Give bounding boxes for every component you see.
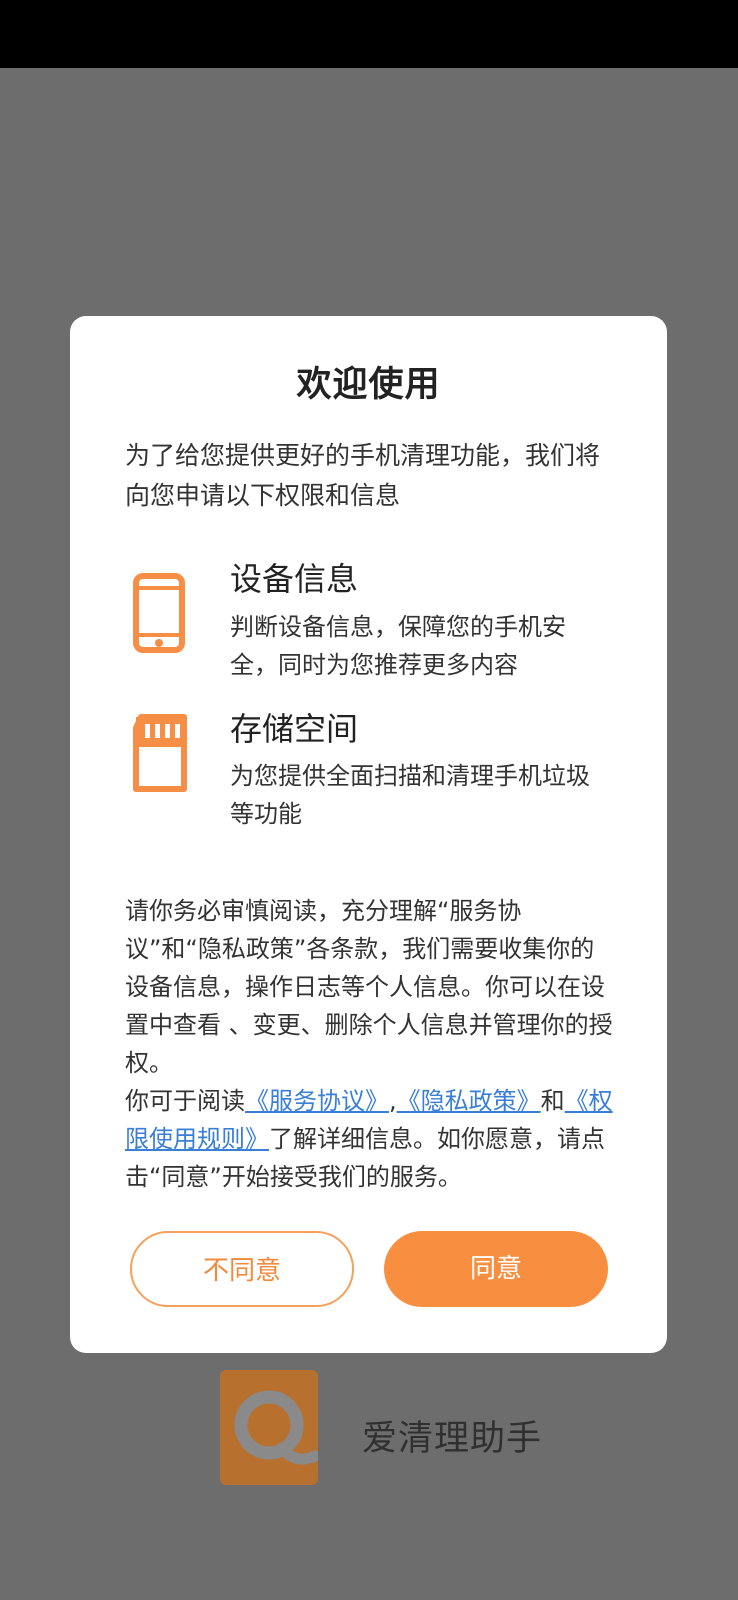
intro-text: 为了给您提供更好的手机清理功能，我们将向您申请以下权限和信息 xyxy=(125,441,601,510)
splash-brand: 爱清理助手 xyxy=(220,1370,600,1488)
service-agreement-link[interactable]: 《服务协议》 xyxy=(245,1087,389,1115)
permission-dialog: 欢迎使用 为了给您提供更好的手机清理功能，我们将向您申请以下权限和信息 设备信息… xyxy=(70,316,667,1353)
agree-button[interactable]: 同意 xyxy=(384,1231,608,1307)
sd-card-icon xyxy=(133,714,187,792)
permission-desc-storage: 为您提供全面扫描和清理手机垃圾等功能 xyxy=(230,762,590,828)
privacy-policy-link[interactable]: 《隐私政策》 xyxy=(397,1087,541,1115)
notice-paragraph: 请你务必审慎阅读，充分理解“服务协议”和“隐私政策”各条款，我们需要收集你的设备… xyxy=(125,897,613,1077)
dialog-title: 欢迎使用 xyxy=(296,365,441,405)
permission-desc-device: 判断设备信息，保障您的手机安全，同时为您推荐更多内容 xyxy=(230,613,566,679)
notice-prefix: 你可于阅读 xyxy=(125,1087,245,1115)
notice-text: 请你务必审慎阅读，充分理解“服务协议”和“隐私政策”各条款，我们需要收集你的设备… xyxy=(125,892,615,1196)
disagree-button[interactable]: 不同意 xyxy=(130,1231,354,1307)
app-name: 爱清理助手 xyxy=(362,1419,543,1459)
permission-title-device: 设备信息 xyxy=(230,560,359,598)
and-text: 和 xyxy=(540,1087,565,1115)
app-logo-icon xyxy=(220,1370,318,1485)
phone-icon xyxy=(133,573,185,653)
comma-separator: , xyxy=(389,1087,397,1115)
status-bar xyxy=(0,0,738,68)
permission-title-storage: 存储空间 xyxy=(230,710,359,748)
